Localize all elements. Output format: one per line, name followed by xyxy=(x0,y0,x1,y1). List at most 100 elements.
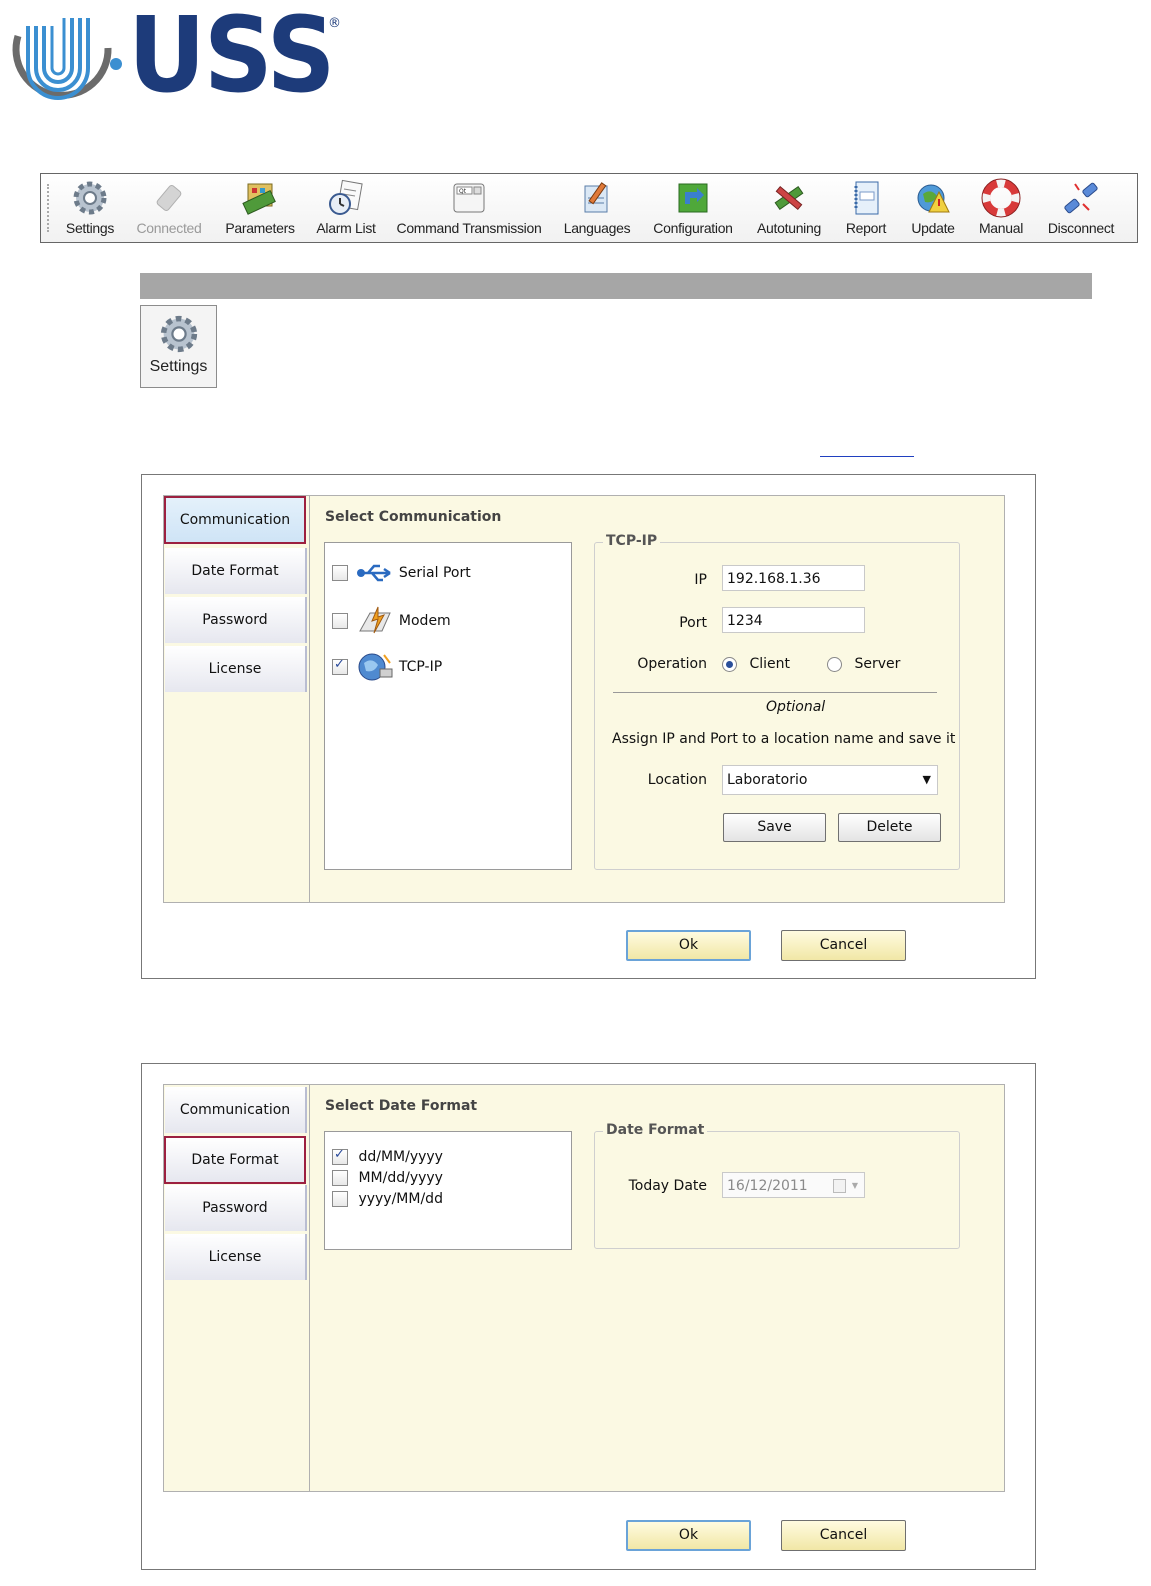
format-checkbox[interactable] xyxy=(332,1170,348,1186)
logo-wordmark: USS xyxy=(128,0,336,116)
client-label: Client xyxy=(749,656,790,672)
format-checkbox[interactable] xyxy=(332,1147,348,1165)
tab-password[interactable]: Password xyxy=(165,1185,307,1231)
toolbar-label: Configuration xyxy=(653,220,733,236)
toolbar-label: Languages xyxy=(563,220,631,236)
toolbar-command-transmission-button[interactable]: Qt Command Transmission xyxy=(395,178,543,240)
tab-license[interactable]: License xyxy=(165,1234,307,1280)
date-format-group-title: Date Format xyxy=(603,1122,708,1138)
gear-icon xyxy=(160,315,197,353)
chevron-down-icon: ▼ xyxy=(851,1181,858,1190)
delete-button[interactable]: Delete xyxy=(838,813,941,842)
tcp-ip-checkbox[interactable] xyxy=(332,657,348,675)
save-button[interactable]: Save xyxy=(723,813,826,842)
command-window-icon: Qt xyxy=(453,183,485,213)
main-toolbar: Settings Connected Parameters Alarm List… xyxy=(40,173,1138,243)
server-label: Server xyxy=(854,656,901,672)
toolbar-label: Autotuning xyxy=(757,220,821,236)
network-globe-icon xyxy=(358,653,393,681)
modem-checkbox[interactable] xyxy=(332,613,348,629)
ok-button[interactable]: Ok xyxy=(626,1520,751,1551)
toolbar-alarm-list-button[interactable]: Alarm List xyxy=(313,178,379,240)
registered-mark: ® xyxy=(328,16,341,31)
uss-logo: USS ® xyxy=(0,0,360,118)
toolbar-configuration-button[interactable]: Configuration xyxy=(651,178,735,240)
circuit-board-icon xyxy=(242,183,276,215)
port-label: Port xyxy=(679,615,707,631)
format-option[interactable]: MM/dd/yyyy xyxy=(332,1170,443,1186)
toolbar-languages-button[interactable]: Languages xyxy=(561,178,633,240)
toolbar-label: Manual xyxy=(978,220,1024,236)
toolbar-settings-button[interactable]: Settings xyxy=(61,178,119,240)
format-label: MM/dd/yyyy xyxy=(358,1170,443,1186)
option-modem[interactable]: Modem xyxy=(332,605,451,637)
hyperlink-underline[interactable] xyxy=(820,456,914,457)
assign-hint-text: Assign IP and Port to a location name an… xyxy=(612,731,956,747)
format-option[interactable]: dd/MM/yyyy xyxy=(332,1147,443,1165)
section-title: Select Communication xyxy=(325,509,502,525)
cancel-button[interactable]: Cancel xyxy=(781,1520,906,1551)
port-input[interactable]: 1234 xyxy=(722,607,865,633)
today-date-label: Today Date xyxy=(628,1178,707,1194)
date-format-group: Date Format Today Date 16/12/2011 ▼ xyxy=(594,1122,960,1249)
toolbar-label: Alarm List xyxy=(316,220,376,236)
server-radio-option[interactable]: Server xyxy=(827,656,900,672)
toolbar-update-button[interactable]: Update xyxy=(907,178,959,240)
toolbar-autotuning-button[interactable]: Autotuning xyxy=(753,178,825,240)
format-option[interactable]: yyyy/MM/dd xyxy=(332,1191,443,1207)
gear-icon xyxy=(73,181,107,215)
section-header-bar xyxy=(140,273,1092,299)
separator xyxy=(613,692,937,693)
svg-text:Qt: Qt xyxy=(459,188,467,195)
toolbar-label: Report xyxy=(845,220,887,236)
settings-dialog-communication: Communication Date Format Password Licen… xyxy=(141,474,1036,979)
optional-label: Optional xyxy=(766,699,826,715)
dialog-panel: Communication Date Format Password Licen… xyxy=(163,495,1005,903)
format-label: dd/MM/yyyy xyxy=(358,1149,443,1165)
calendar-icon xyxy=(833,1179,846,1193)
unplug-icon xyxy=(1064,182,1098,214)
settings-dialog-date-format: Communication Date Format Password Licen… xyxy=(141,1063,1036,1570)
today-date-value: 16/12/2011 xyxy=(727,1178,808,1194)
toolbar-disconnect-button[interactable]: Disconnect xyxy=(1043,178,1119,240)
cancel-button[interactable]: Cancel xyxy=(781,930,906,961)
tab-date-format[interactable]: Date Format xyxy=(164,1136,306,1184)
operation-label: Operation xyxy=(637,656,707,672)
toolbar-connected-button: Connected xyxy=(133,178,205,240)
toolbar-parameters-button[interactable]: Parameters xyxy=(223,178,297,240)
globe-warning-icon xyxy=(917,184,950,213)
toolbar-manual-button[interactable]: Manual xyxy=(975,178,1027,240)
toolbar-label: Connected xyxy=(136,220,202,236)
tab-license[interactable]: License xyxy=(165,646,307,692)
modem-icon xyxy=(359,606,392,634)
tab-communication[interactable]: Communication xyxy=(165,1087,307,1133)
toolbar-label: Parameters xyxy=(225,220,295,236)
toolbar-report-button[interactable]: Report xyxy=(841,178,891,240)
tab-password[interactable]: Password xyxy=(165,597,307,643)
uss-logo-mark-icon xyxy=(12,18,122,100)
tools-icon xyxy=(774,185,804,211)
option-tcp-ip[interactable]: TCP-IP xyxy=(332,651,442,683)
toolbar-grip[interactable] xyxy=(47,184,51,232)
tab-communication[interactable]: Communication xyxy=(164,496,306,544)
option-serial-port[interactable]: Serial Port xyxy=(332,561,471,585)
ip-input[interactable]: 192.168.1.36 xyxy=(722,565,865,591)
section-title: Select Date Format xyxy=(325,1098,478,1114)
server-radio[interactable] xyxy=(827,656,842,672)
toolbar-label: Settings xyxy=(65,220,115,236)
format-checkbox[interactable] xyxy=(332,1191,348,1207)
modem-label: Modem xyxy=(398,613,451,629)
chevron-down-icon[interactable]: ▼ xyxy=(923,766,931,794)
settings-tile-button[interactable]: Settings xyxy=(140,305,217,388)
dialog-panel: Communication Date Format Password Licen… xyxy=(163,1084,1005,1492)
tab-date-format[interactable]: Date Format xyxy=(165,548,307,594)
settings-tile-label: Settings xyxy=(149,358,208,375)
plug-icon xyxy=(156,185,182,211)
ok-button[interactable]: Ok xyxy=(626,930,751,961)
toolbar-label: Disconnect xyxy=(1047,220,1115,236)
client-radio-option[interactable]: Client xyxy=(722,656,790,672)
location-select[interactable]: Laboratorio ▼ xyxy=(722,765,938,795)
settings-sidebar: Communication Date Format Password Licen… xyxy=(164,1085,310,1491)
client-radio[interactable] xyxy=(722,656,737,672)
serial-port-checkbox[interactable] xyxy=(332,565,348,581)
